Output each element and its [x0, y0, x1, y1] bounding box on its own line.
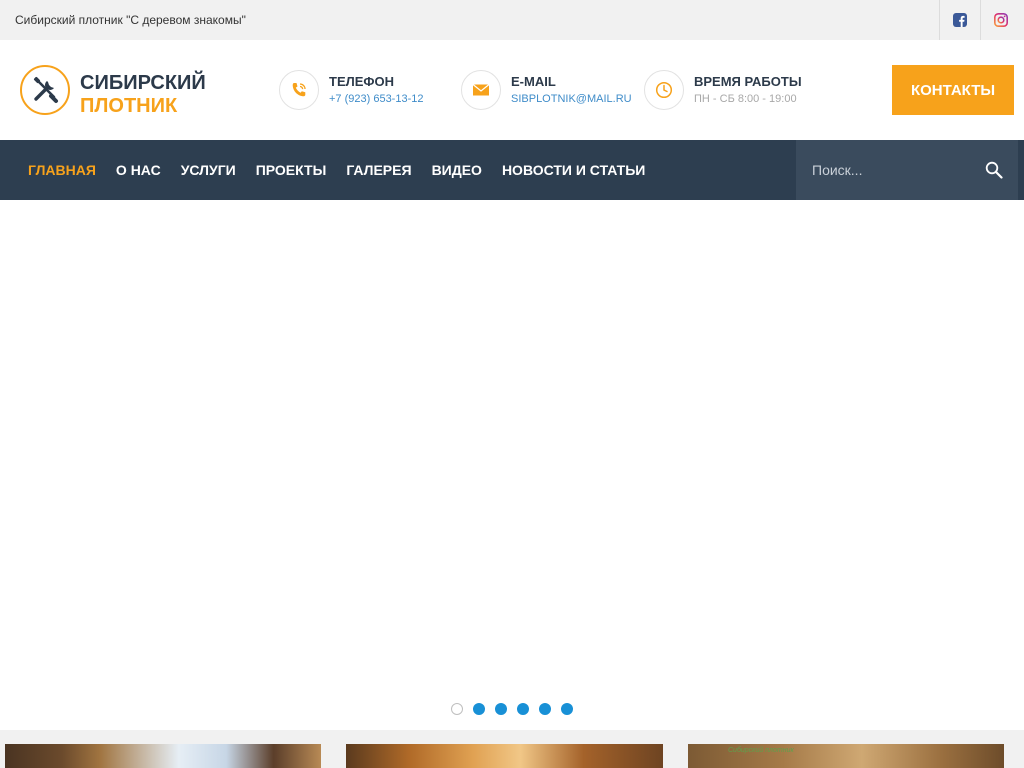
- nav-edge: [1018, 140, 1024, 200]
- logo-badge[interactable]: [20, 65, 70, 115]
- slider-dot-3[interactable]: [495, 703, 507, 715]
- nav-item-projects[interactable]: ПРОЕКТЫ: [246, 162, 337, 178]
- facebook-icon: [953, 13, 967, 27]
- hero-slider: [0, 200, 1024, 730]
- slider-dot-1[interactable]: [451, 703, 463, 715]
- search-input[interactable]: [796, 140, 976, 200]
- project-card-image[interactable]: Сибирский плотник: [688, 744, 1004, 768]
- phone-title: ТЕЛЕФОН: [329, 74, 394, 89]
- instagram-link[interactable]: [980, 0, 1021, 40]
- email-circle: [461, 70, 501, 110]
- instagram-icon: [994, 13, 1008, 27]
- nav-item-gallery[interactable]: ГАЛЕРЕЯ: [336, 162, 421, 178]
- hours-value: ПН - СБ 8:00 - 19:00: [694, 93, 797, 105]
- logo-line-1: СИБИРСКИЙ: [80, 72, 206, 94]
- slider-dot-4[interactable]: [517, 703, 529, 715]
- clock-icon: [655, 81, 673, 99]
- nav-item-news[interactable]: НОВОСТИ И СТАТЬИ: [492, 162, 655, 178]
- search-button[interactable]: [982, 158, 1006, 182]
- logo-text[interactable]: СИБИРСКИЙ ПЛОТНИК: [80, 72, 206, 118]
- tools-icon: [33, 76, 58, 103]
- project-card-image[interactable]: [5, 744, 321, 768]
- hours-circle: [644, 70, 684, 110]
- header: СИБИРСКИЙ ПЛОТНИК ТЕЛЕФОН +7 (923) 653-1…: [0, 40, 1024, 140]
- nav-menu: ГЛАВНАЯ О НАС УСЛУГИ ПРОЕКТЫ ГАЛЕРЕЯ ВИД…: [18, 140, 655, 200]
- card-watermark: Сибирский плотник: [728, 747, 794, 754]
- slider-dot-2[interactable]: [473, 703, 485, 715]
- nav-item-video[interactable]: ВИДЕО: [422, 162, 492, 178]
- main-nav: ГЛАВНАЯ О НАС УСЛУГИ ПРОЕКТЫ ГАЛЕРЕЯ ВИД…: [0, 140, 1024, 200]
- nav-item-services[interactable]: УСЛУГИ: [171, 162, 246, 178]
- slider-dots: [451, 703, 583, 715]
- logo-line-2: ПЛОТНИК: [80, 95, 178, 117]
- site-tagline: Сибирский плотник "С деревом знакомы": [15, 13, 246, 27]
- email-link[interactable]: SIBPLOTNIK@MAIL.RU: [511, 93, 632, 105]
- phone-icon: [292, 83, 306, 97]
- slider-dot-6[interactable]: [561, 703, 573, 715]
- phone-circle: [279, 70, 319, 110]
- contacts-button[interactable]: КОНТАКТЫ: [892, 65, 1014, 115]
- slider-dot-5[interactable]: [539, 703, 551, 715]
- email-title: E-MAIL: [511, 74, 556, 89]
- phone-link[interactable]: +7 (923) 653-13-12: [329, 93, 423, 105]
- facebook-link[interactable]: [939, 0, 980, 40]
- hours-title: ВРЕМЯ РАБОТЫ: [694, 74, 802, 89]
- envelope-icon: [472, 84, 490, 96]
- nav-item-about[interactable]: О НАС: [106, 162, 171, 178]
- search-box: [796, 140, 1018, 200]
- project-cards: Сибирский плотник: [0, 730, 1024, 768]
- nav-item-home[interactable]: ГЛАВНАЯ: [18, 162, 106, 178]
- project-card-image[interactable]: [346, 744, 663, 768]
- top-bar: Сибирский плотник "С деревом знакомы": [0, 0, 1024, 40]
- search-icon: [985, 161, 1003, 179]
